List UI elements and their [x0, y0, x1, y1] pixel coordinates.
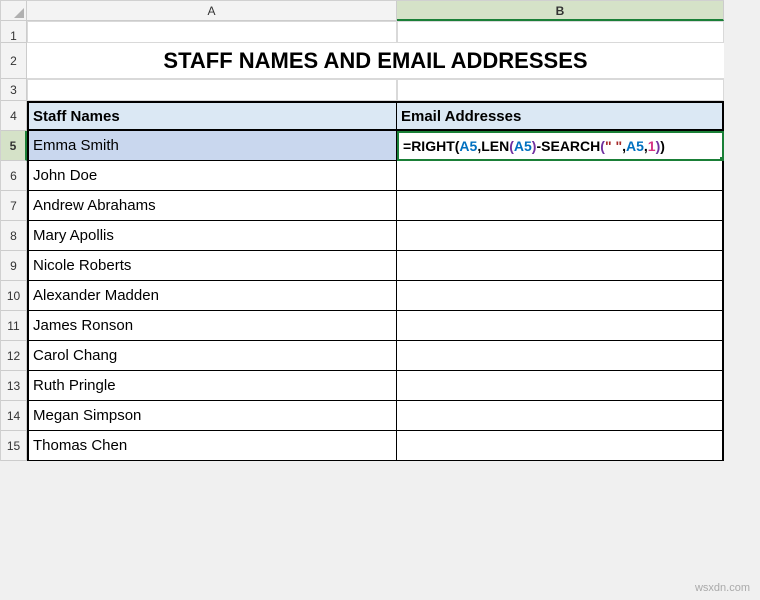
row-header-8[interactable]: 8: [1, 221, 27, 251]
cell-B11[interactable]: [397, 311, 724, 341]
column-header-A[interactable]: A: [27, 1, 397, 21]
row-header-1[interactable]: 1: [1, 21, 27, 43]
row-8: 8 Mary Apollis: [1, 221, 724, 251]
cell-A5[interactable]: Emma Smith: [27, 131, 397, 161]
cell-A7[interactable]: Andrew Abrahams: [27, 191, 397, 221]
cell-B9[interactable]: [397, 251, 724, 281]
cell-A12[interactable]: Carol Chang: [27, 341, 397, 371]
row-15: 15 Thomas Chen: [1, 431, 724, 461]
row-14: 14 Megan Simpson: [1, 401, 724, 431]
row-header-3[interactable]: 3: [1, 79, 27, 101]
row-4: 4 Staff Names Email Addresses: [1, 101, 724, 131]
cell-B10[interactable]: [397, 281, 724, 311]
row-header-6[interactable]: 6: [1, 161, 27, 191]
row-9: 9 Nicole Roberts: [1, 251, 724, 281]
select-all-corner[interactable]: [1, 1, 27, 21]
row-header-13[interactable]: 13: [1, 371, 27, 401]
row-header-12[interactable]: 12: [1, 341, 27, 371]
row-header-11[interactable]: 11: [1, 311, 27, 341]
row-header-5[interactable]: 5: [1, 131, 27, 161]
cell-A8[interactable]: Mary Apollis: [27, 221, 397, 251]
header-email-addresses[interactable]: Email Addresses: [397, 101, 724, 131]
row-2: 2 STAFF NAMES AND EMAIL ADDRESSES: [1, 43, 724, 79]
cell-B15[interactable]: [397, 431, 724, 461]
cell-A15[interactable]: Thomas Chen: [27, 431, 397, 461]
cell-B12[interactable]: [397, 341, 724, 371]
row-3: 3: [1, 79, 724, 101]
cell-A6[interactable]: John Doe: [27, 161, 397, 191]
row-10: 10 Alexander Madden: [1, 281, 724, 311]
row-header-14[interactable]: 14: [1, 401, 27, 431]
cell-A9[interactable]: Nicole Roberts: [27, 251, 397, 281]
row-12: 12 Carol Chang: [1, 341, 724, 371]
cell-B1[interactable]: [397, 21, 724, 43]
row-11: 11 James Ronson: [1, 311, 724, 341]
row-header-4[interactable]: 4: [1, 101, 27, 131]
select-all-icon: [14, 8, 24, 18]
cell-A3[interactable]: [27, 79, 397, 101]
column-header-B[interactable]: B: [397, 1, 724, 21]
cell-B14[interactable]: [397, 401, 724, 431]
row-header-2[interactable]: 2: [1, 43, 27, 79]
watermark: wsxdn.com: [695, 582, 750, 594]
row-header-15[interactable]: 15: [1, 431, 27, 461]
row-1: 1: [1, 21, 724, 43]
header-staff-names[interactable]: Staff Names: [27, 101, 397, 131]
row-header-9[interactable]: 9: [1, 251, 27, 281]
spreadsheet-grid: A B 1 2 STAFF NAMES AND EMAIL ADDRESSES …: [0, 0, 724, 461]
row-7: 7 Andrew Abrahams: [1, 191, 724, 221]
cell-A14[interactable]: Megan Simpson: [27, 401, 397, 431]
row-6: 6 John Doe: [1, 161, 724, 191]
cell-A1[interactable]: [27, 21, 397, 43]
cell-A11[interactable]: James Ronson: [27, 311, 397, 341]
cell-B7[interactable]: [397, 191, 724, 221]
cell-B13[interactable]: [397, 371, 724, 401]
column-header-row: A B: [1, 1, 724, 21]
row-header-7[interactable]: 7: [1, 191, 27, 221]
cell-A13[interactable]: Ruth Pringle: [27, 371, 397, 401]
row-5: 5 Emma Smith =RIGHT(A5,LEN(A5)-SEARCH(" …: [1, 131, 724, 161]
cell-B8[interactable]: [397, 221, 724, 251]
page-title[interactable]: STAFF NAMES AND EMAIL ADDRESSES: [27, 43, 724, 79]
cell-A10[interactable]: Alexander Madden: [27, 281, 397, 311]
cell-B3[interactable]: [397, 79, 724, 101]
cell-B5-formula-editor[interactable]: =RIGHT(A5,LEN(A5)-SEARCH(" ",A5,1)): [397, 131, 724, 161]
row-13: 13 Ruth Pringle: [1, 371, 724, 401]
cell-B6[interactable]: [397, 161, 724, 191]
row-header-10[interactable]: 10: [1, 281, 27, 311]
